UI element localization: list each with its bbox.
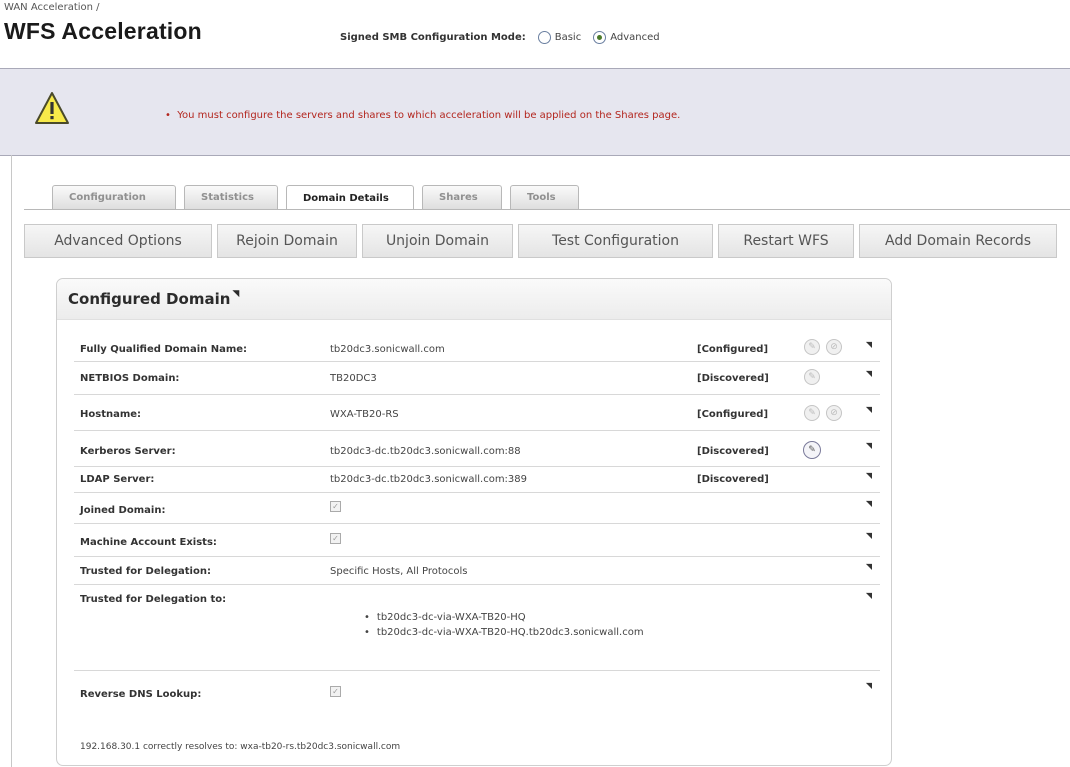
row-reverse-dns: Reverse DNS Lookup: ✓ ◥ [74, 671, 880, 741]
corner-triangle-icon: ◥ [865, 405, 872, 414]
alert-message: • You must configure the servers and sha… [165, 110, 681, 121]
cancel-icon[interactable]: ⊘ [826, 339, 842, 355]
row-kerberos: Kerberos Server: tb20dc3-dc.tb20dc3.soni… [74, 431, 880, 467]
row-value: tb20dc3.sonicwall.com [330, 344, 445, 355]
tab-domain-details[interactable]: Domain Details [286, 185, 414, 210]
test-configuration-button[interactable]: Test Configuration [518, 224, 713, 258]
restart-wfs-button[interactable]: Restart WFS [718, 224, 854, 258]
tab-configuration[interactable]: Configuration [52, 185, 176, 209]
row-status: [Configured] [697, 344, 769, 355]
tab-shares[interactable]: Shares [422, 185, 502, 209]
row-label: Trusted for Delegation to: [80, 594, 227, 605]
cancel-icon[interactable]: ⊘ [826, 405, 842, 421]
pencil-icon[interactable]: ✎ [804, 339, 820, 355]
alert-banner: • You must configure the servers and sha… [0, 68, 1070, 156]
row-label: Fully Qualified Domain Name: [80, 344, 248, 355]
panel-title: Configured Domain [68, 290, 231, 308]
radio-basic-label[interactable]: Basic [555, 32, 581, 43]
row-value: WXA-TB20-RS [330, 409, 399, 420]
radio-basic[interactable] [537, 31, 551, 44]
radio-advanced-label[interactable]: Advanced [610, 32, 659, 43]
joined-domain-checkbox[interactable]: ✓ [330, 501, 341, 512]
breadcrumb[interactable]: WAN Acceleration / [4, 2, 100, 13]
row-status: [Configured] [697, 409, 769, 420]
add-domain-records-button[interactable]: Add Domain Records [859, 224, 1057, 258]
row-status: [Discovered] [697, 373, 769, 384]
row-hostname: Hostname: WXA-TB20-RS [Configured] ✎ ⊘ ◥ [74, 395, 880, 431]
row-label: Reverse DNS Lookup: [80, 689, 202, 700]
row-trusted-delegation: Trusted for Delegation: Specific Hosts, … [74, 557, 880, 585]
pencil-icon[interactable]: ✎ [804, 369, 820, 385]
row-label: Kerberos Server: [80, 446, 176, 457]
warning-triangle-icon [35, 92, 69, 124]
row-machine-account: Machine Account Exists: ✓ ◥ [74, 524, 880, 557]
row-fqdn: Fully Qualified Domain Name: tb20dc3.son… [74, 331, 880, 362]
configured-domain-panel: Configured Domain ◥ Fully Qualified Domai… [56, 278, 892, 766]
action-button-row: Advanced Options Rejoin Domain Unjoin Do… [24, 224, 1062, 258]
pencil-icon[interactable]: ✎ [803, 441, 821, 459]
tab-statistics[interactable]: Statistics [184, 185, 278, 209]
row-label: Joined Domain: [80, 505, 166, 516]
corner-triangle-icon: ◥ [232, 289, 240, 299]
corner-triangle-icon: ◥ [865, 340, 872, 349]
tab-underline [24, 209, 1070, 210]
list-item: tb20dc3-dc-via-WXA-TB20-HQ.tb20dc3.sonic… [364, 627, 644, 638]
reverse-dns-result: 192.168.30.1 correctly resolves to: wxa-… [80, 742, 401, 752]
content-border [11, 155, 12, 767]
row-value: tb20dc3-dc.tb20dc3.sonicwall.com:389 [330, 474, 528, 485]
machine-account-checkbox[interactable]: ✓ [330, 533, 341, 544]
row-value: TB20DC3 [330, 373, 377, 384]
pencil-icon[interactable]: ✎ [804, 405, 820, 421]
rejoin-domain-button[interactable]: Rejoin Domain [217, 224, 357, 258]
panel-header[interactable]: Configured Domain ◥ [57, 279, 891, 320]
unjoin-domain-button[interactable]: Unjoin Domain [362, 224, 513, 258]
corner-triangle-icon: ◥ [865, 499, 872, 508]
smb-mode-label: Signed SMB Configuration Mode: [340, 32, 526, 43]
row-label: Trusted for Delegation: [80, 566, 211, 577]
corner-triangle-icon: ◥ [865, 562, 872, 571]
advanced-options-button[interactable]: Advanced Options [24, 224, 212, 258]
list-item: tb20dc3-dc-via-WXA-TB20-HQ [364, 612, 644, 623]
row-status: [Discovered] [697, 446, 769, 457]
row-netbios: NETBIOS Domain: TB20DC3 [Discovered] ✎ ◥ [74, 362, 880, 395]
smb-mode-selector: Signed SMB Configuration Mode: Basic Adv… [340, 31, 672, 44]
reverse-dns-checkbox[interactable]: ✓ [330, 686, 341, 697]
delegation-list: tb20dc3-dc-via-WXA-TB20-HQ tb20dc3-dc-vi… [364, 612, 644, 642]
corner-triangle-icon: ◥ [865, 471, 872, 480]
row-trusted-delegation-to: Trusted for Delegation to: tb20dc3-dc-vi… [74, 585, 880, 671]
corner-triangle-icon: ◥ [865, 681, 872, 690]
corner-triangle-icon: ◥ [865, 369, 872, 378]
row-label: NETBIOS Domain: [80, 373, 180, 384]
row-joined-domain: Joined Domain: ✓ ◥ [74, 493, 880, 524]
corner-triangle-icon: ◥ [865, 441, 872, 450]
row-value: Specific Hosts, All Protocols [330, 566, 468, 577]
corner-triangle-icon: ◥ [865, 591, 872, 600]
row-value: tb20dc3-dc.tb20dc3.sonicwall.com:88 [330, 446, 521, 457]
tab-tools[interactable]: Tools [510, 185, 579, 209]
tab-bar: Configuration Statistics Domain Details … [52, 185, 587, 210]
corner-triangle-icon: ◥ [865, 531, 872, 540]
row-status: [Discovered] [697, 474, 769, 485]
row-label: Machine Account Exists: [80, 537, 217, 548]
row-ldap: LDAP Server: tb20dc3-dc.tb20dc3.sonicwal… [74, 467, 880, 493]
page-title: WFS Acceleration [4, 18, 202, 44]
radio-advanced[interactable] [593, 31, 607, 44]
row-label: Hostname: [80, 409, 142, 420]
row-label: LDAP Server: [80, 474, 155, 485]
